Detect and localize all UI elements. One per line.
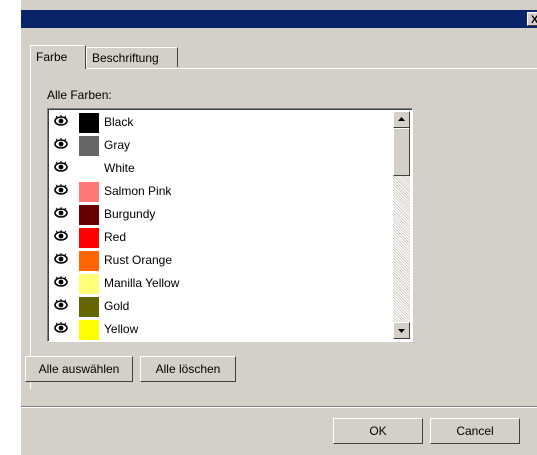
tab-label: Farbe [36, 50, 68, 64]
eye-visibility-icon[interactable] [54, 137, 68, 151]
eye-visibility-icon[interactable] [54, 298, 68, 312]
color-name: Salmon Pink [104, 184, 172, 198]
color-swatch [79, 228, 99, 248]
color-list-item[interactable]: Burgundy [50, 203, 394, 226]
eye-visibility-icon[interactable] [54, 206, 68, 220]
color-swatch [79, 274, 99, 294]
dialog: X Farbe Beschriftung Alle Farben: Black G… [21, 0, 537, 455]
color-list-item[interactable]: Rust Orange [50, 249, 394, 272]
color-name: Gold [104, 299, 130, 313]
tab-farbe[interactable]: Farbe [30, 45, 86, 69]
eye-visibility-icon[interactable] [54, 321, 68, 335]
scroll-up-button[interactable] [393, 111, 410, 128]
title-bar[interactable]: X [21, 10, 537, 28]
color-name: Red [104, 230, 127, 244]
color-name: Black [104, 115, 134, 129]
color-name: Burgundy [104, 207, 156, 221]
tab-label: Beschriftung [92, 51, 159, 65]
vertical-scrollbar[interactable] [393, 111, 410, 339]
color-list-item[interactable]: Manilla Yellow [50, 272, 394, 295]
color-swatch [79, 113, 99, 133]
color-list-item[interactable]: Yellow [50, 318, 394, 341]
color-swatch [79, 251, 99, 271]
color-name: White [104, 161, 135, 175]
close-button[interactable]: X [527, 12, 537, 26]
eye-visibility-icon[interactable] [54, 275, 68, 289]
color-list-item[interactable]: Gold [50, 295, 394, 318]
color-swatch [79, 297, 99, 317]
color-swatch [79, 320, 99, 340]
color-name: Gray [104, 138, 131, 152]
color-name: Yellow [104, 322, 139, 336]
color-list-item[interactable]: Gray [50, 134, 394, 157]
color-swatch [79, 205, 99, 225]
color-list-item[interactable]: White [50, 157, 394, 180]
arrow-up-icon [398, 117, 405, 121]
scroll-down-button[interactable] [393, 322, 410, 339]
scroll-thumb[interactable] [393, 128, 410, 176]
clear-all-button[interactable]: Alle löschen [140, 356, 236, 382]
color-list-item[interactable]: Black [50, 111, 394, 134]
cancel-button[interactable]: Cancel [430, 418, 520, 444]
select-all-button[interactable]: Alle auswählen [25, 356, 133, 382]
divider [21, 407, 537, 408]
color-swatch [79, 159, 99, 179]
window: X Farbe Beschriftung Alle Farben: Black G… [0, 0, 537, 455]
color-list-item[interactable]: Red [50, 226, 394, 249]
ok-button[interactable]: OK [333, 418, 423, 444]
tab-beschriftung[interactable]: Beschriftung [86, 47, 178, 67]
colors-listbox[interactable]: Black Gray White Salmon Pink Burgundy Red Rust… [47, 108, 413, 342]
color-name: Rust Orange [104, 253, 173, 267]
color-list-item[interactable]: Salmon Pink [50, 180, 394, 203]
eye-visibility-icon[interactable] [54, 183, 68, 197]
arrow-down-icon [398, 329, 405, 333]
all-colors-label: Alle Farben: [47, 88, 112, 102]
eye-visibility-icon[interactable] [54, 160, 68, 174]
color-name: Manilla Yellow [104, 276, 180, 290]
color-swatch [79, 136, 99, 156]
eye-visibility-icon[interactable] [54, 229, 68, 243]
color-swatch [79, 182, 99, 202]
eye-visibility-icon[interactable] [54, 252, 68, 266]
eye-visibility-icon[interactable] [54, 114, 68, 128]
color-list: Black Gray White Salmon Pink Burgundy Red Rust… [50, 111, 394, 341]
